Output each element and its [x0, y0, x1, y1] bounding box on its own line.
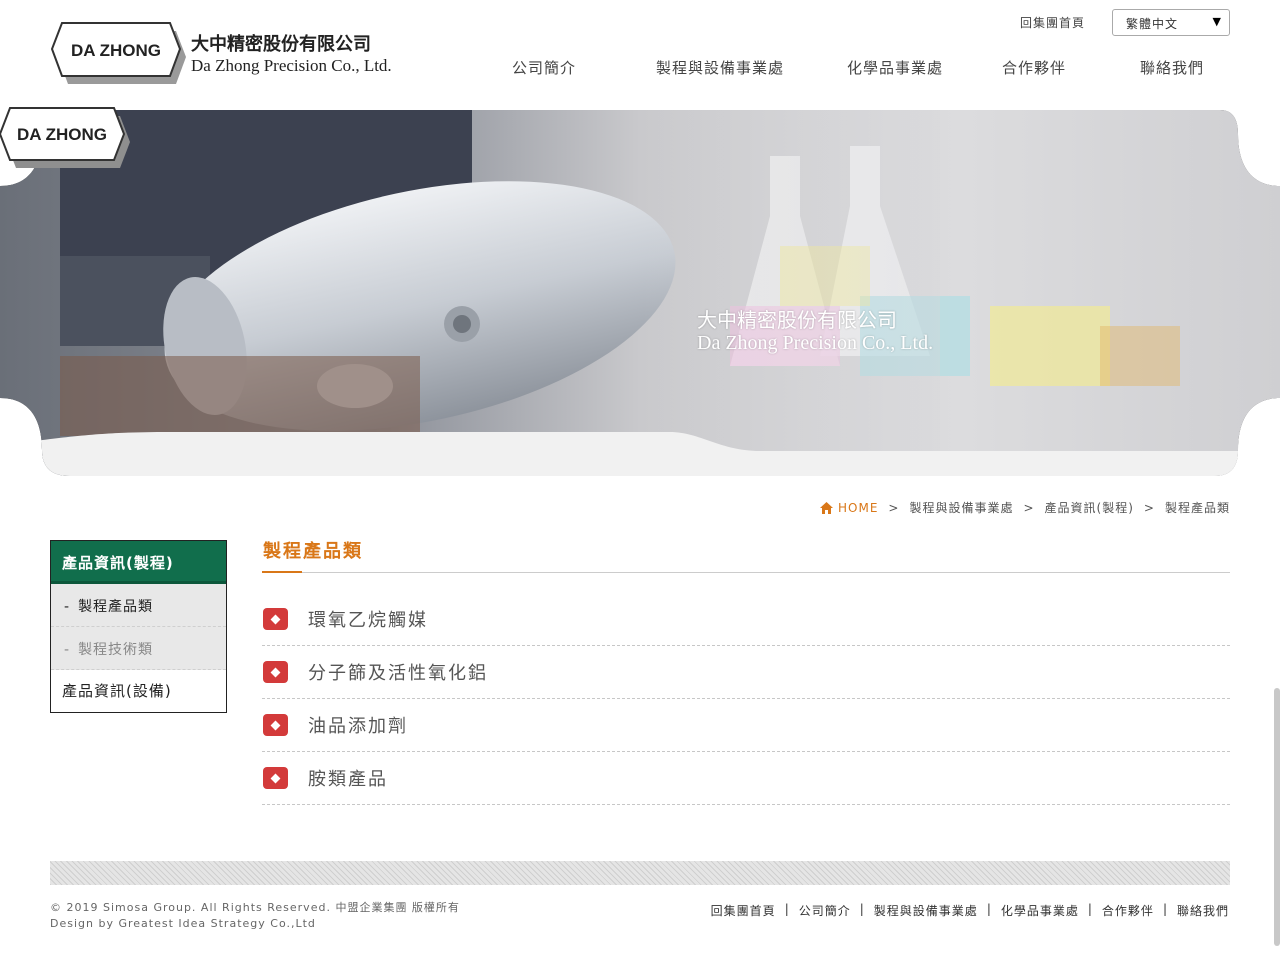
footer-link-process-equipment[interactable]: 製程與設備事業處	[874, 902, 978, 919]
breadcrumb-item-product-info[interactable]: 產品資訊(製程)	[1045, 499, 1134, 516]
sidebar-item-equipment-products[interactable]: 產品資訊(設備)	[51, 670, 226, 712]
footer-separator: |	[986, 902, 992, 916]
footer-separator: |	[784, 902, 790, 916]
breadcrumb-item-process-equipment[interactable]: 製程與設備事業處	[909, 499, 1013, 516]
product-category-list: 環氧乙烷觸媒 分子篩及活性氧化鋁 油品添加劑 胺類產品	[262, 593, 1230, 805]
breadcrumb-home-label: HOME	[838, 500, 879, 515]
list-item[interactable]: 分子篩及活性氧化鋁	[262, 646, 1230, 699]
design-credit: Design by Greatest Idea Strategy Co.,Ltd	[50, 917, 316, 930]
banner-image	[0, 110, 1280, 476]
page-title: 製程產品類	[263, 541, 363, 562]
footer-link-group-home[interactable]: 回集團首頁	[711, 902, 776, 919]
footer-separator: |	[1162, 902, 1168, 916]
banner-logo-text: DA ZHONG	[17, 125, 107, 144]
banner-company-name-en: Da Zhong Precision Co., Ltd.	[697, 332, 934, 354]
nav-item-about[interactable]: 公司簡介	[512, 57, 576, 78]
title-divider	[262, 572, 1230, 573]
copyright: © 2019 Simosa Group. All Rights Reserved…	[50, 900, 460, 932]
sidebar-item-label: 製程技術類	[78, 642, 154, 658]
list-item[interactable]: 環氧乙烷觸媒	[262, 593, 1230, 646]
nav-item-partners[interactable]: 合作夥伴	[1002, 57, 1066, 78]
banner-logo-icon: DA ZHONG	[0, 107, 130, 168]
breadcrumb-separator: >	[888, 500, 900, 515]
list-item-label: 環氧乙烷觸媒	[308, 610, 428, 631]
diamond-bullet-icon	[263, 714, 288, 736]
breadcrumb-separator: >	[1143, 500, 1155, 515]
sidebar-dash: -	[64, 642, 71, 658]
company-name-cn: 大中精密股份有限公司	[191, 34, 371, 55]
sidebar: 產品資訊(製程) - 製程產品類 - 製程技術類 產品資訊(設備)	[50, 540, 227, 713]
nav-item-contact[interactable]: 聯絡我們	[1140, 57, 1204, 78]
page-scrollbar[interactable]	[1274, 688, 1280, 946]
breadcrumb-item-current: 製程產品類	[1164, 501, 1230, 515]
main-nav: 公司簡介 製程與設備事業處 化學品事業處 合作夥伴 聯絡我們	[470, 57, 1250, 81]
list-item[interactable]: 油品添加劑	[262, 699, 1230, 752]
diamond-bullet-icon	[263, 767, 288, 789]
sidebar-item-label: 製程產品類	[78, 599, 154, 615]
language-select[interactable]: 繁體中文 ▼	[1112, 9, 1230, 36]
site-header: DA ZHONG 大中精密股份有限公司 Da Zhong Precision C…	[0, 0, 1280, 100]
nav-item-chemicals[interactable]: 化學品事業處	[847, 57, 943, 78]
nav-item-process-equipment[interactable]: 製程與設備事業處	[656, 57, 784, 78]
sidebar-dash: -	[64, 599, 71, 615]
title-accent-bar	[262, 571, 302, 573]
company-name-en: Da Zhong Precision Co., Ltd.	[191, 56, 392, 75]
breadcrumb: HOME > 製程與設備事業處 > 產品資訊(製程) > 製程產品類	[820, 499, 1230, 516]
footer-separator: |	[859, 902, 865, 916]
list-item-label: 分子篩及活性氧化鋁	[308, 663, 488, 684]
group-home-link[interactable]: 回集團首頁	[1020, 14, 1085, 31]
diamond-bullet-icon	[263, 608, 288, 630]
hero-banner: DA ZHONG 大中精密股份有限公司 Da Zhong Precision C…	[0, 106, 1280, 480]
sidebar-item-process-products[interactable]: - 製程產品類	[51, 584, 226, 627]
list-item-label: 胺類產品	[308, 769, 388, 790]
sidebar-item-process-technology[interactable]: - 製程技術類	[51, 627, 226, 670]
logo-text: DA ZHONG	[71, 41, 161, 60]
list-item-label: 油品添加劑	[308, 716, 408, 737]
copyright-line: © 2019 Simosa Group. All Rights Reserved…	[50, 901, 460, 914]
dropdown-arrow-icon: ▼	[1212, 15, 1222, 28]
home-icon	[820, 501, 833, 514]
list-item[interactable]: 胺類產品	[262, 752, 1230, 805]
banner-company-name-cn: 大中精密股份有限公司	[697, 308, 897, 332]
footer-separator: |	[1087, 902, 1093, 916]
footer-link-chemicals[interactable]: 化學品事業處	[1001, 902, 1079, 919]
footer-divider	[50, 861, 1230, 885]
language-selected-value: 繁體中文	[1126, 17, 1179, 31]
diamond-bullet-icon	[263, 661, 288, 683]
sidebar-heading[interactable]: 產品資訊(製程)	[51, 541, 226, 584]
footer-link-partners[interactable]: 合作夥伴	[1102, 902, 1154, 919]
logo-hexagon-icon: DA ZHONG	[50, 22, 186, 84]
breadcrumb-separator: >	[1023, 500, 1035, 515]
company-logo[interactable]: DA ZHONG 大中精密股份有限公司 Da Zhong Precision C…	[50, 20, 410, 86]
footer-nav: 回集團首頁 | 公司簡介 | 製程與設備事業處 | 化學品事業處 | 合作夥伴 …	[711, 902, 1229, 919]
footer-link-about[interactable]: 公司簡介	[799, 902, 851, 919]
breadcrumb-home[interactable]: HOME	[820, 501, 878, 515]
footer-link-contact[interactable]: 聯絡我們	[1177, 902, 1229, 919]
